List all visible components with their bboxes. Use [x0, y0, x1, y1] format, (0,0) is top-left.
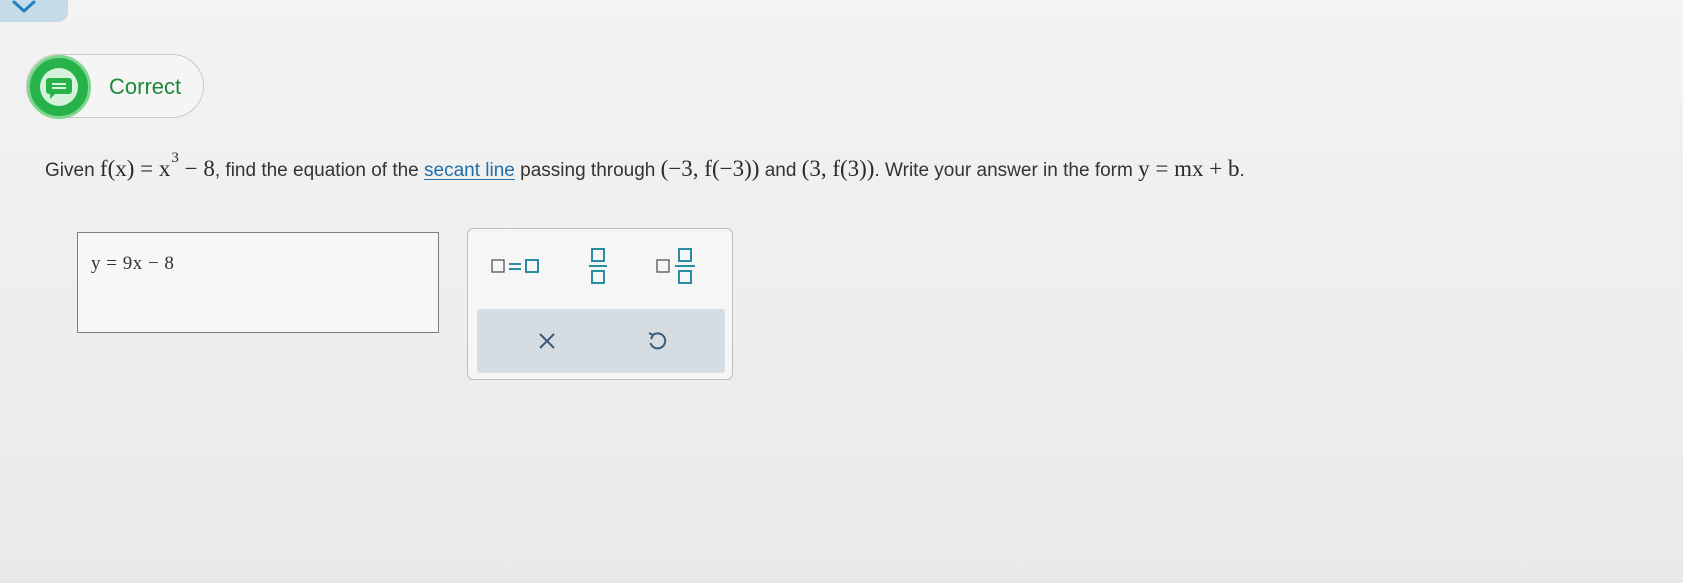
keypad-actions: [477, 309, 725, 373]
equals-template-icon: [491, 259, 539, 273]
mixed-number-template-button[interactable]: [648, 243, 708, 289]
fraction-template-button[interactable]: [576, 243, 620, 289]
secant-line-link[interactable]: secant line: [424, 160, 515, 182]
undo-icon: [648, 332, 667, 350]
answer-form: y = mx + b: [1138, 156, 1240, 181]
fraction-template-icon: [589, 248, 607, 284]
clear-button[interactable]: [517, 319, 577, 363]
answer-value[interactable]: y = 9x − 8: [91, 253, 174, 275]
question-and: and: [764, 160, 797, 181]
close-icon: [539, 333, 555, 349]
function-expression: f(x) = x3 − 8: [99, 150, 215, 181]
math-keypad: [467, 228, 733, 380]
point-2: (3, f(3)): [801, 156, 875, 181]
status-badge: [27, 55, 91, 119]
question-text-3: . Write your answer in the form: [874, 160, 1133, 181]
chevron-down-icon: [12, 0, 36, 13]
mixed-number-template-icon: [656, 248, 695, 284]
equals-template-button[interactable]: [486, 247, 546, 285]
collapse-tab[interactable]: [0, 0, 68, 22]
question-prefix: Given: [45, 160, 95, 181]
chat-check-icon: [46, 78, 72, 99]
question-text: Given f(x) = x3 − 8 , find the equation …: [45, 150, 1245, 182]
exponent: 3: [171, 150, 179, 166]
undo-button[interactable]: [627, 319, 687, 363]
status-pill: Correct: [26, 54, 204, 119]
question-end: .: [1239, 160, 1245, 181]
question-text-1: , find the equation of the: [214, 160, 419, 181]
status-label: Correct: [109, 74, 182, 99]
question-text-2: passing through: [520, 160, 656, 181]
answer-input[interactable]: y = 9x − 8: [77, 232, 439, 333]
point-1: (−3, f(−3)): [660, 156, 760, 181]
